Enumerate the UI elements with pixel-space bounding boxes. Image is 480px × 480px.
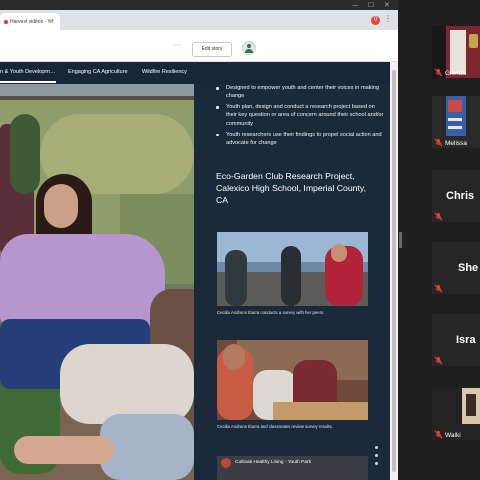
participant-tile[interactable]: Isra	[432, 314, 480, 366]
site-header: ··· Edit story	[0, 30, 398, 62]
participant-name: She	[458, 262, 479, 274]
muted-mic-icon	[434, 284, 443, 293]
window-minimize-button[interactable]: —	[352, 1, 359, 9]
participant-name: Melissa	[445, 140, 468, 147]
muted-mic-icon	[434, 68, 443, 77]
tab-close-icon[interactable]: ×	[51, 18, 54, 24]
nav-item-youth-development[interactable]: n & Youth Developm…	[0, 69, 55, 75]
youtube-video-embed[interactable]: Cultivati Healthy Living - Youth Parti	[217, 456, 368, 480]
program-bullet-list: Designed to empower youth and center the…	[214, 84, 384, 150]
site-navigation: n & Youth Developm… Engaging CA Agricult…	[0, 62, 390, 84]
bullet-item: Designed to empower youth and center the…	[214, 84, 384, 100]
photo-caption: Cecilia Andrans Ibarra conducts a survey…	[217, 310, 325, 315]
participant-gallery: Glenda Melissa Chris She Isra Walki	[402, 0, 480, 480]
participant-name: Chris	[446, 190, 475, 202]
garden-photo	[0, 84, 194, 480]
classroom-photo	[217, 340, 368, 420]
browser-menu-icon[interactable]: ⋮	[384, 14, 392, 23]
carousel-dots[interactable]	[375, 446, 381, 470]
active-nav-indicator	[0, 81, 56, 83]
extension-badge-icon[interactable]: 0	[371, 16, 380, 25]
edit-story-button[interactable]: Edit story	[192, 42, 232, 57]
participant-tile[interactable]: Glenda	[432, 26, 480, 78]
window-maximize-button[interactable]: ☐	[368, 1, 374, 9]
more-options-icon[interactable]: ···	[174, 42, 181, 49]
tab-title: Harvest videos - Yo	[10, 19, 54, 25]
bullet-item: Youth plan, design and conduct a researc…	[214, 103, 384, 128]
survey-photo	[217, 232, 368, 306]
scrollbar-thumb[interactable]	[392, 70, 396, 472]
participant-name: Glenda	[445, 70, 466, 77]
participant-tile[interactable]: Melissa	[432, 96, 480, 148]
window-close-button[interactable]: ✕	[384, 1, 390, 9]
participant-tile[interactable]: She	[432, 242, 480, 294]
photo-caption: Cecilia Andrans Ibarra and classmates re…	[217, 424, 333, 429]
muted-mic-icon	[434, 430, 443, 439]
participant-tile[interactable]: Chris	[432, 170, 480, 222]
video-title: Cultivati Healthy Living - Youth Parti	[235, 460, 311, 465]
os-title-bar: — ☐ ✕	[0, 0, 398, 10]
browser-tab-bar: Harvest videos - Yo × 0 ⋮	[0, 10, 398, 30]
carousel-dot[interactable]	[375, 462, 378, 465]
participant-tile[interactable]: Walki	[432, 388, 480, 440]
muted-mic-icon	[434, 356, 443, 365]
user-avatar-icon[interactable]	[242, 41, 256, 55]
channel-logo-icon	[221, 458, 231, 468]
content-panel: Designed to empower youth and center the…	[194, 84, 390, 480]
youtube-favicon-icon	[4, 20, 8, 24]
nav-item-engaging-ca-agriculture[interactable]: Engaging CA Agriculture	[68, 69, 128, 75]
participant-name: Walki	[445, 432, 461, 439]
carousel-dot[interactable]	[375, 454, 378, 457]
browser-tab[interactable]: Harvest videos - Yo ×	[0, 13, 60, 30]
carousel-dot[interactable]	[375, 446, 378, 449]
nav-item-wildfire-resiliency[interactable]: Wildfire Resiliency	[142, 69, 187, 75]
bullet-item: Youth researchers use their findings to …	[214, 131, 384, 147]
shared-screen: — ☐ ✕ Harvest videos - Yo × 0 ⋮ ··· Edit…	[0, 0, 398, 480]
muted-mic-icon	[434, 212, 443, 221]
participant-name: Isra	[456, 334, 476, 346]
muted-mic-icon	[434, 138, 443, 147]
project-heading: Eco-Garden Club Research Project, Calexi…	[216, 171, 367, 205]
